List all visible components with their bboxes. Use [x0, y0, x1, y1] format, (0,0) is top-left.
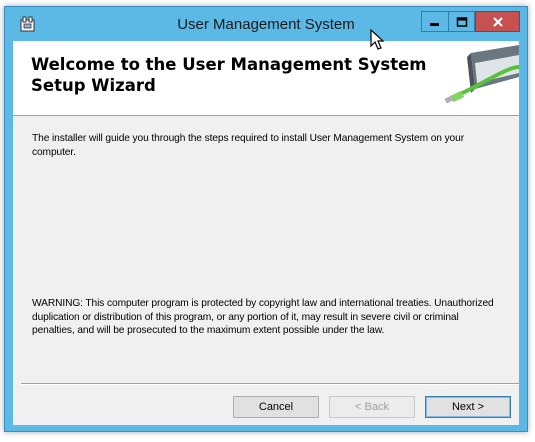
cancel-button[interactable]: Cancel — [233, 396, 319, 418]
wizard-client-area: Welcome to the User Management System Se… — [13, 41, 519, 425]
back-button[interactable]: < Back — [329, 396, 415, 418]
minimize-button[interactable] — [421, 11, 448, 32]
button-divider — [21, 383, 519, 385]
installer-window: User Management System Welcome to the Us… — [4, 6, 528, 432]
close-button[interactable] — [475, 11, 520, 32]
wizard-banner: Welcome to the User Management System Se… — [13, 41, 519, 116]
title-bar[interactable]: User Management System — [5, 7, 527, 41]
close-icon — [492, 16, 503, 27]
minimize-icon — [430, 22, 439, 26]
intro-text: The installer will guide you through the… — [32, 133, 464, 158]
copyright-warning-text: WARNING: This computer program is protec… — [32, 298, 494, 336]
maximize-button[interactable] — [448, 11, 475, 32]
next-button[interactable]: Next > — [425, 396, 511, 418]
maximize-icon — [456, 16, 467, 27]
wizard-heading: Welcome to the User Management System Se… — [31, 55, 427, 95]
mouse-pointer-icon — [370, 29, 385, 50]
disc-cable-icon — [444, 45, 519, 104]
